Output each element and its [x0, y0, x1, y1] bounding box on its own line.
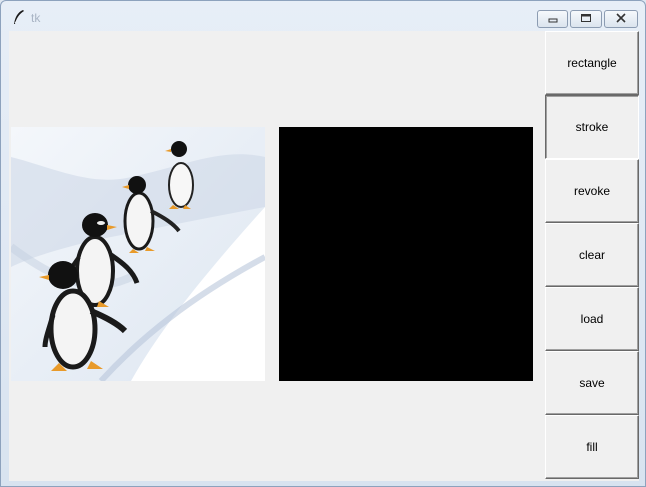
fill-button[interactable]: fill	[545, 415, 639, 479]
feather-icon	[12, 9, 26, 25]
title-bar[interactable]: tk	[1, 1, 645, 31]
client-area: rectangle stroke revoke clear load save …	[9, 31, 639, 481]
rectangle-button[interactable]: rectangle	[545, 31, 639, 95]
penguins-photo	[11, 127, 265, 381]
revoke-button[interactable]: revoke	[545, 159, 639, 223]
close-icon	[615, 10, 627, 28]
window-title: tk	[31, 11, 41, 25]
drawing-canvas[interactable]	[279, 127, 533, 381]
tool-button-column: rectangle stroke revoke clear load save …	[545, 31, 639, 479]
save-button[interactable]: save	[545, 351, 639, 415]
minimize-icon	[548, 10, 558, 28]
maximize-icon	[580, 10, 592, 28]
stroke-button[interactable]: stroke	[545, 95, 639, 159]
maximize-button[interactable]	[570, 10, 602, 28]
clear-button[interactable]: clear	[545, 223, 639, 287]
app-window: tk rectangle stroke revoke clear load sa…	[0, 0, 646, 487]
minimize-button[interactable]	[537, 10, 568, 28]
close-button[interactable]	[604, 10, 638, 28]
load-button[interactable]: load	[545, 287, 639, 351]
